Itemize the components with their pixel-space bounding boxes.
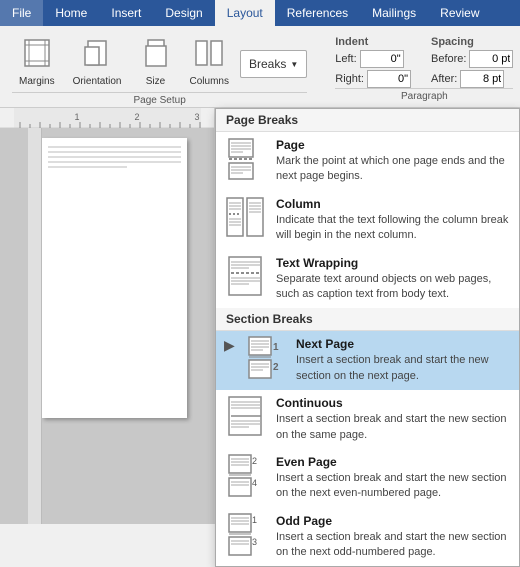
document-area: 1 2 3 (0, 108, 215, 524)
break-nextpage-item[interactable]: ▶ 1 2 Next Page (216, 331, 519, 390)
spacing-before-label: Before: (431, 53, 466, 65)
break-textwrap-desc: Separate text around objects on web page… (276, 272, 511, 303)
break-page-desc: Mark the point at which one page ends an… (276, 154, 511, 185)
break-oddpage-item[interactable]: 1 3 Odd Page Insert a section break and … (216, 508, 519, 567)
margins-button[interactable]: Margins (12, 32, 62, 92)
break-oddpage-text: Odd Page Insert a section break and star… (276, 514, 511, 561)
columns-button[interactable]: Columns (183, 32, 236, 92)
tab-review[interactable]: Review (428, 0, 491, 26)
break-column-item[interactable]: Column Indicate that the text following … (216, 191, 519, 250)
svg-text:2: 2 (273, 362, 279, 373)
break-continuous-desc: Insert a section break and start the new… (276, 412, 511, 443)
orientation-icon (81, 37, 113, 74)
selected-marker: ▶ (224, 337, 238, 354)
break-column-icon (224, 197, 266, 239)
svg-text:1: 1 (74, 112, 79, 122)
svg-text:1: 1 (252, 515, 257, 525)
breaks-dropdown-icon: ▼ (290, 60, 298, 69)
break-continuous-icon (224, 396, 266, 438)
orientation-label: Orientation (73, 76, 122, 87)
svg-text:2: 2 (252, 456, 257, 466)
tab-home[interactable]: Home (43, 0, 99, 26)
page-setup-label: Page Setup (12, 92, 307, 106)
ribbon-toolbar: Margins Orientation (0, 26, 520, 108)
indent-left-input[interactable] (360, 50, 404, 68)
page-content-area (0, 128, 214, 524)
tab-layout[interactable]: Layout (215, 0, 275, 26)
margins-icon (21, 37, 53, 74)
indent-section: Indent Left: Right: (335, 36, 411, 88)
tab-file[interactable]: File (0, 0, 43, 26)
columns-label: Columns (190, 76, 229, 87)
tab-references[interactable]: References (275, 0, 360, 26)
orientation-button[interactable]: Orientation (66, 32, 129, 92)
indent-title: Indent (335, 36, 411, 48)
break-nextpage-desc: Insert a section break and start the new… (296, 353, 511, 384)
svg-text:1: 1 (273, 342, 279, 353)
spacing-section: Spacing Before: After: (431, 36, 513, 88)
break-page-text: Page Mark the point at which one page en… (276, 138, 511, 185)
break-page-title: Page (276, 138, 511, 152)
spacing-after-input[interactable] (460, 70, 504, 88)
margins-label: Margins (19, 76, 55, 87)
svg-text:4: 4 (252, 478, 257, 488)
break-textwrap-icon (224, 256, 266, 298)
breaks-button[interactable]: Breaks ▼ (240, 50, 307, 78)
break-nextpage-title: Next Page (296, 337, 511, 351)
break-column-text: Column Indicate that the text following … (276, 197, 511, 244)
spacing-title: Spacing (431, 36, 513, 48)
spacing-after-group: After: (431, 70, 513, 88)
break-evenpage-text: Even Page Insert a section break and sta… (276, 455, 511, 502)
indent-spacing-footer: Paragraph (335, 88, 513, 102)
break-continuous-title: Continuous (276, 396, 511, 410)
break-continuous-text: Continuous Insert a section break and st… (276, 396, 511, 443)
size-label: Size (146, 76, 165, 87)
break-evenpage-item[interactable]: 2 4 Even Page Insert a section break and… (216, 449, 519, 508)
break-nextpage-text: Next Page Insert a section break and sta… (296, 337, 511, 384)
main-area: 1 2 3 Page Breaks (0, 108, 520, 524)
break-continuous-item[interactable]: Continuous Insert a section break and st… (216, 390, 519, 449)
ribbon-tabs: File Home Insert Design Layout Reference… (0, 0, 520, 26)
svg-text:3: 3 (194, 112, 199, 122)
break-oddpage-desc: Insert a section break and start the new… (276, 530, 511, 561)
section-breaks-header: Section Breaks (216, 308, 519, 331)
tab-design[interactable]: Design (153, 0, 214, 26)
size-icon (140, 37, 172, 74)
indent-right-group: Right: (335, 70, 411, 88)
break-page-item[interactable]: Page Mark the point at which one page en… (216, 132, 519, 191)
indent-left-group: Left: (335, 50, 411, 68)
breaks-dropdown-menu: Page Breaks Page Mark th (215, 108, 520, 567)
indent-right-label: Right: (335, 73, 364, 85)
tab-insert[interactable]: Insert (99, 0, 153, 26)
tab-mailings[interactable]: Mailings (360, 0, 428, 26)
break-column-title: Column (276, 197, 511, 211)
spacing-before-group: Before: (431, 50, 513, 68)
page-breaks-header: Page Breaks (216, 109, 519, 132)
break-nextpage-icon: 1 2 (244, 337, 286, 379)
break-oddpage-title: Odd Page (276, 514, 511, 528)
break-textwrap-text: Text Wrapping Separate text around objec… (276, 256, 511, 303)
svg-text:2: 2 (134, 112, 139, 122)
break-column-desc: Indicate that the text following the col… (276, 213, 511, 244)
break-evenpage-title: Even Page (276, 455, 511, 469)
svg-text:3: 3 (252, 537, 257, 547)
break-page-icon (224, 138, 266, 180)
size-button[interactable]: Size (133, 32, 179, 92)
page-setup-group: Margins Orientation (6, 30, 313, 104)
horizontal-ruler: 1 2 3 (0, 108, 214, 128)
indent-left-label: Left: (335, 53, 356, 65)
break-evenpage-icon: 2 4 (224, 455, 266, 497)
breaks-label: Breaks (249, 57, 286, 71)
break-oddpage-icon: 1 3 (224, 514, 266, 556)
indent-right-input[interactable] (367, 70, 411, 88)
break-evenpage-desc: Insert a section break and start the new… (276, 471, 511, 502)
break-textwrap-title: Text Wrapping (276, 256, 511, 270)
spacing-after-label: After: (431, 73, 457, 85)
columns-icon (193, 37, 225, 74)
indent-spacing-group: Indent Left: Right: Spacing Before: Afte… (329, 30, 519, 104)
document-page (42, 138, 187, 418)
spacing-before-input[interactable] (469, 50, 513, 68)
break-textwrap-item[interactable]: Text Wrapping Separate text around objec… (216, 250, 519, 309)
page-setup-items: Margins Orientation (12, 32, 307, 92)
